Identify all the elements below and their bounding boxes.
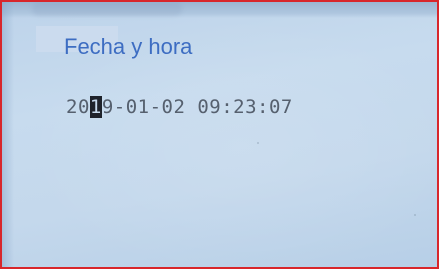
edit-cursor[interactable]: 1: [89, 96, 102, 118]
date-time-prefix: 20: [66, 96, 90, 118]
date-time-suffix: 9-01-02 09:23:07: [101, 96, 293, 118]
date-time-label: Fecha y hora: [64, 34, 193, 59]
screen-edge-shadow: [2, 2, 14, 267]
date-time-field[interactable]: 2019-01-02 09:23:07: [66, 96, 293, 118]
dust-speck: [257, 142, 259, 144]
lcd-screen-photo: Fecha y hora 2019-01-02 09:23:07: [0, 0, 439, 269]
dust-speck: [414, 214, 416, 216]
screen-glare: [32, 2, 182, 16]
